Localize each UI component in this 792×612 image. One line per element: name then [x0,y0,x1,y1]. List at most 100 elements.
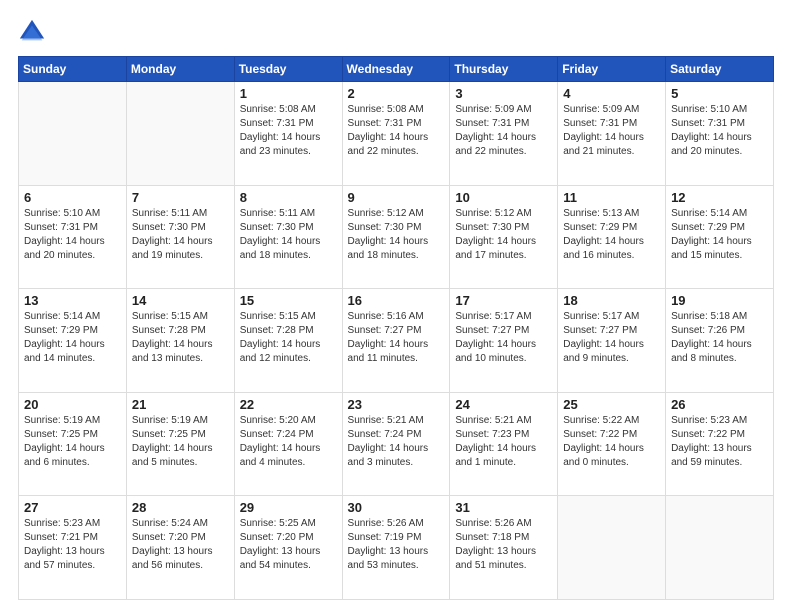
calendar-cell: 21 Sunrise: 5:19 AMSunset: 7:25 PMDayligh… [126,392,234,496]
calendar-cell [19,82,127,186]
day-number: 22 [240,397,337,412]
day-number: 2 [348,86,445,101]
calendar-cell: 4 Sunrise: 5:09 AMSunset: 7:31 PMDaylight… [558,82,666,186]
day-number: 23 [348,397,445,412]
weekday-thursday: Thursday [450,57,558,82]
cell-info: Sunrise: 5:20 AMSunset: 7:24 PMDaylight:… [240,414,337,470]
calendar-cell: 27Sunrise: 5:23 AMSunset: 7:21 PMDayligh… [19,496,127,600]
cell-info: Sunrise: 5:13 AMSunset: 7:29 PMDaylight:… [563,207,660,263]
calendar-cell: 7 Sunrise: 5:11 AMSunset: 7:30 PMDaylight… [126,185,234,289]
cell-info: Sunrise: 5:12 AMSunset: 7:30 PMDaylight:… [348,207,445,263]
calendar-cell: 14Sunrise: 5:15 AMSunset: 7:28 PMDayligh… [126,289,234,393]
weekday-sunday: Sunday [19,57,127,82]
logo [18,18,50,46]
cell-info: Sunrise: 5:09 AMSunset: 7:31 PMDaylight:… [563,103,660,159]
day-number: 7 [132,190,229,205]
cell-info: Sunrise: 5:14 AMSunset: 7:29 PMDaylight:… [671,207,768,263]
calendar-cell: 24 Sunrise: 5:21 AMSunset: 7:23 PMDayligh… [450,392,558,496]
day-number: 9 [348,190,445,205]
calendar-cell: 19 Sunrise: 5:18 AMSunset: 7:26 PMDayligh… [666,289,774,393]
calendar-cell: 1Sunrise: 5:08 AMSunset: 7:31 PMDaylight… [234,82,342,186]
calendar-cell [126,82,234,186]
calendar-cell: 6 Sunrise: 5:10 AMSunset: 7:31 PMDaylight… [19,185,127,289]
calendar-table: SundayMondayTuesdayWednesdayThursdayFrid… [18,56,774,600]
weekday-wednesday: Wednesday [342,57,450,82]
cell-info: Sunrise: 5:16 AMSunset: 7:27 PMDaylight:… [348,310,445,366]
weekday-monday: Monday [126,57,234,82]
calendar-cell: 3 Sunrise: 5:09 AMSunset: 7:31 PMDaylight… [450,82,558,186]
calendar-week-2: 13Sunrise: 5:14 AMSunset: 7:29 PMDayligh… [19,289,774,393]
cell-info: Sunrise: 5:15 AMSunset: 7:28 PMDaylight:… [240,310,337,366]
calendar-week-3: 20Sunrise: 5:19 AMSunset: 7:25 PMDayligh… [19,392,774,496]
cell-info: Sunrise: 5:14 AMSunset: 7:29 PMDaylight:… [24,310,121,366]
day-number: 3 [455,86,552,101]
cell-info: Sunrise: 5:19 AMSunset: 7:25 PMDaylight:… [132,414,229,470]
calendar-cell [558,496,666,600]
calendar-cell: 8 Sunrise: 5:11 AMSunset: 7:30 PMDaylight… [234,185,342,289]
calendar-cell: 31Sunrise: 5:26 AMSunset: 7:18 PMDayligh… [450,496,558,600]
cell-info: Sunrise: 5:26 AMSunset: 7:19 PMDaylight:… [348,517,445,573]
header [18,18,774,46]
cell-info: Sunrise: 5:23 AMSunset: 7:22 PMDaylight:… [671,414,768,470]
day-number: 24 [455,397,552,412]
calendar-cell: 25 Sunrise: 5:22 AMSunset: 7:22 PMDayligh… [558,392,666,496]
calendar-week-1: 6 Sunrise: 5:10 AMSunset: 7:31 PMDaylight… [19,185,774,289]
day-number: 12 [671,190,768,205]
weekday-tuesday: Tuesday [234,57,342,82]
day-number: 8 [240,190,337,205]
day-number: 17 [455,293,552,308]
calendar-cell: 16Sunrise: 5:16 AMSunset: 7:27 PMDayligh… [342,289,450,393]
calendar-cell: 30 Sunrise: 5:26 AMSunset: 7:19 PMDayligh… [342,496,450,600]
day-number: 26 [671,397,768,412]
day-number: 14 [132,293,229,308]
weekday-header-row: SundayMondayTuesdayWednesdayThursdayFrid… [19,57,774,82]
cell-info: Sunrise: 5:09 AMSunset: 7:31 PMDaylight:… [455,103,552,159]
cell-info: Sunrise: 5:23 AMSunset: 7:21 PMDaylight:… [24,517,121,573]
day-number: 29 [240,500,337,515]
cell-info: Sunrise: 5:10 AMSunset: 7:31 PMDaylight:… [24,207,121,263]
cell-info: Sunrise: 5:21 AMSunset: 7:24 PMDaylight:… [348,414,445,470]
cell-info: Sunrise: 5:26 AMSunset: 7:18 PMDaylight:… [455,517,552,573]
cell-info: Sunrise: 5:19 AMSunset: 7:25 PMDaylight:… [24,414,121,470]
calendar-cell: 18 Sunrise: 5:17 AMSunset: 7:27 PMDayligh… [558,289,666,393]
calendar-cell: 13Sunrise: 5:14 AMSunset: 7:29 PMDayligh… [19,289,127,393]
calendar-week-0: 1Sunrise: 5:08 AMSunset: 7:31 PMDaylight… [19,82,774,186]
cell-info: Sunrise: 5:21 AMSunset: 7:23 PMDaylight:… [455,414,552,470]
day-number: 10 [455,190,552,205]
cell-info: Sunrise: 5:25 AMSunset: 7:20 PMDaylight:… [240,517,337,573]
calendar-cell: 28Sunrise: 5:24 AMSunset: 7:20 PMDayligh… [126,496,234,600]
day-number: 28 [132,500,229,515]
cell-info: Sunrise: 5:22 AMSunset: 7:22 PMDaylight:… [563,414,660,470]
day-number: 30 [348,500,445,515]
day-number: 21 [132,397,229,412]
calendar-cell [666,496,774,600]
day-number: 19 [671,293,768,308]
calendar-cell: 23 Sunrise: 5:21 AMSunset: 7:24 PMDayligh… [342,392,450,496]
calendar-cell: 10Sunrise: 5:12 AMSunset: 7:30 PMDayligh… [450,185,558,289]
calendar-cell: 9 Sunrise: 5:12 AMSunset: 7:30 PMDaylight… [342,185,450,289]
cell-info: Sunrise: 5:18 AMSunset: 7:26 PMDaylight:… [671,310,768,366]
day-number: 18 [563,293,660,308]
weekday-saturday: Saturday [666,57,774,82]
cell-info: Sunrise: 5:08 AMSunset: 7:31 PMDaylight:… [240,103,337,159]
cell-info: Sunrise: 5:17 AMSunset: 7:27 PMDaylight:… [563,310,660,366]
calendar-cell: 29 Sunrise: 5:25 AMSunset: 7:20 PMDayligh… [234,496,342,600]
calendar-cell: 5Sunrise: 5:10 AMSunset: 7:31 PMDaylight… [666,82,774,186]
calendar-cell: 12 Sunrise: 5:14 AMSunset: 7:29 PMDayligh… [666,185,774,289]
cell-info: Sunrise: 5:11 AMSunset: 7:30 PMDaylight:… [132,207,229,263]
calendar-cell: 15Sunrise: 5:15 AMSunset: 7:28 PMDayligh… [234,289,342,393]
page: SundayMondayTuesdayWednesdayThursdayFrid… [0,0,792,612]
calendar-cell: 20Sunrise: 5:19 AMSunset: 7:25 PMDayligh… [19,392,127,496]
cell-info: Sunrise: 5:10 AMSunset: 7:31 PMDaylight:… [671,103,768,159]
cell-info: Sunrise: 5:11 AMSunset: 7:30 PMDaylight:… [240,207,337,263]
day-number: 25 [563,397,660,412]
day-number: 6 [24,190,121,205]
calendar-cell: 26 Sunrise: 5:23 AMSunset: 7:22 PMDayligh… [666,392,774,496]
calendar-cell: 17 Sunrise: 5:17 AMSunset: 7:27 PMDayligh… [450,289,558,393]
calendar-cell: 2Sunrise: 5:08 AMSunset: 7:31 PMDaylight… [342,82,450,186]
logo-icon [18,18,46,46]
calendar-week-4: 27Sunrise: 5:23 AMSunset: 7:21 PMDayligh… [19,496,774,600]
calendar-cell: 22 Sunrise: 5:20 AMSunset: 7:24 PMDayligh… [234,392,342,496]
day-number: 4 [563,86,660,101]
cell-info: Sunrise: 5:17 AMSunset: 7:27 PMDaylight:… [455,310,552,366]
